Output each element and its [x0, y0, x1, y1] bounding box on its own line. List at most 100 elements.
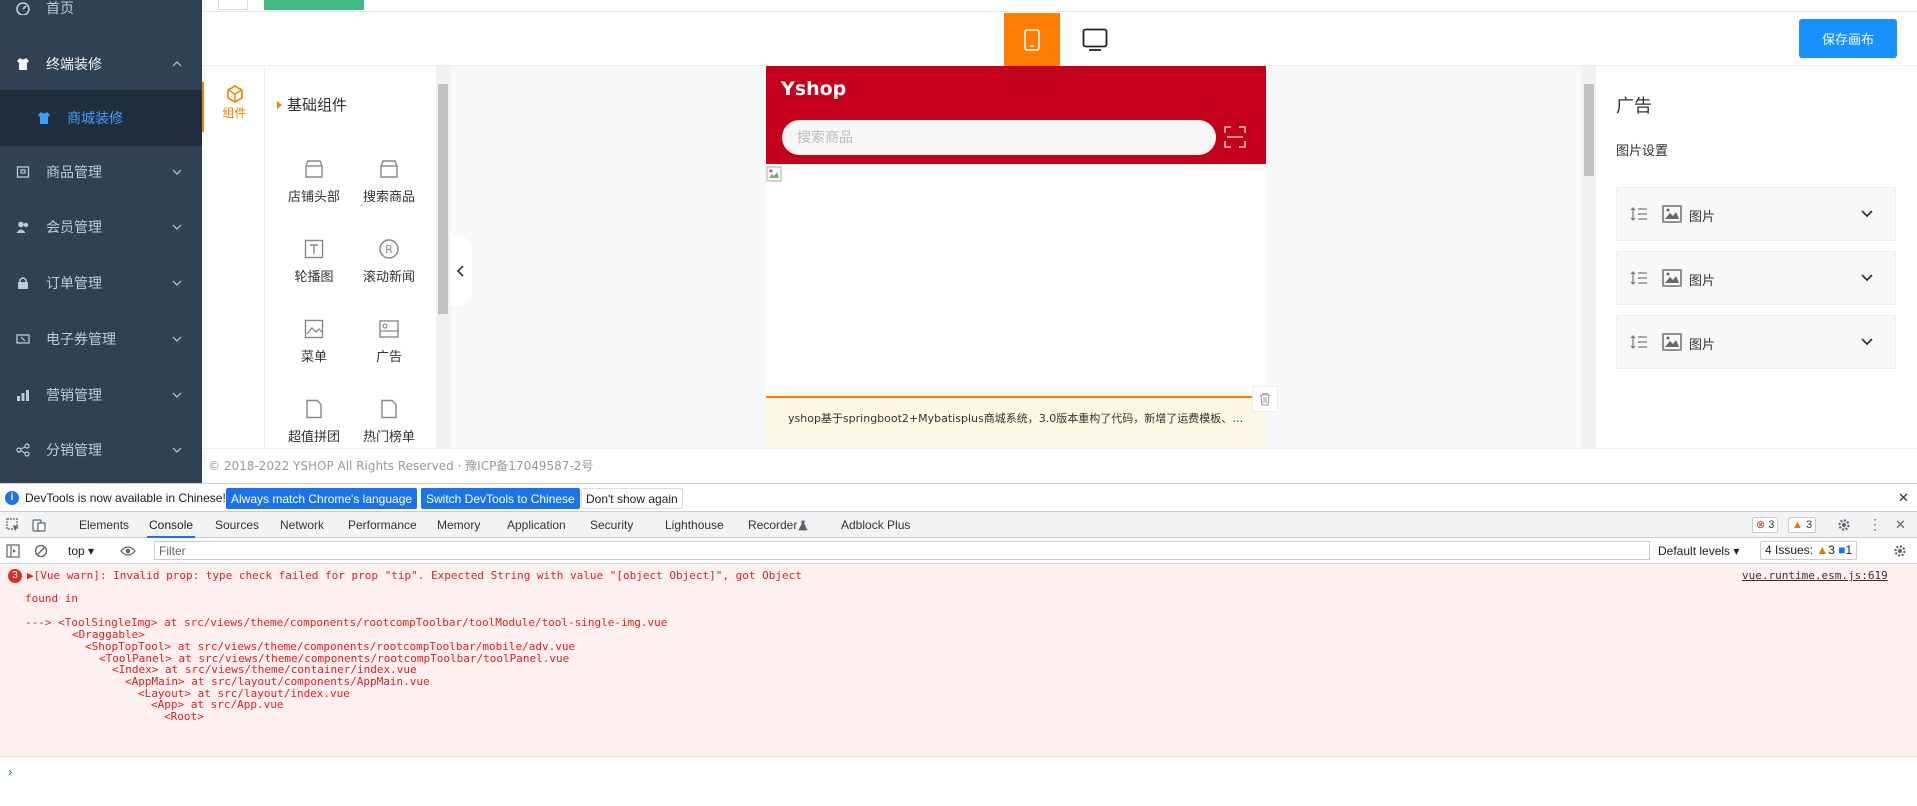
scroll-news-bar[interactable]: yshop基于springboot2+Mybatisplus商城系统，3.0版本… — [766, 398, 1266, 448]
tab-security[interactable]: Security — [588, 512, 635, 538]
component-label: 热门榜单 — [362, 430, 415, 445]
component-ad[interactable]: 广告 — [352, 318, 426, 378]
mobile-preview-button[interactable] — [1004, 13, 1060, 66]
component-panel-scrollbar[interactable] — [436, 66, 450, 448]
file-icon — [381, 399, 397, 419]
log-line: <Root> — [164, 710, 204, 723]
device-toolbar-icon[interactable] — [32, 518, 46, 532]
trash-icon — [1260, 392, 1270, 406]
sidebar-item-mall-decoration[interactable]: 商城装修 — [0, 90, 202, 146]
sidebar-item-label: 首页 — [46, 1, 74, 17]
sidebar-item-orders[interactable]: 订单管理 — [0, 255, 202, 311]
sort-icon[interactable] — [1630, 207, 1648, 221]
context-selector[interactable]: top ▾ — [68, 544, 94, 558]
errors-badge[interactable]: ⊗ 3 — [1752, 517, 1779, 533]
triangle-icon — [277, 100, 282, 109]
log-line[interactable]: ▶[Vue warn]: Invalid prop: type check fa… — [27, 569, 802, 582]
sidebar-item-distribution[interactable]: 分销管理 — [0, 422, 202, 478]
more-options-icon[interactable]: ⋮ — [1868, 516, 1882, 533]
tab-adblock-plus[interactable]: Adblock Plus — [839, 512, 912, 538]
broken-image-icon — [766, 166, 782, 182]
sidebar-item-home[interactable]: 首页 — [0, 0, 202, 36]
component-hot-list[interactable]: 热门榜单 — [352, 398, 426, 448]
delete-component-button[interactable] — [1252, 386, 1278, 412]
inspect-element-icon[interactable] — [6, 518, 20, 532]
collapse-panel-button[interactable] — [450, 236, 472, 306]
scrollbar-thumb[interactable] — [1584, 84, 1594, 176]
pc-preview-button[interactable] — [1070, 13, 1120, 66]
tab-performance[interactable]: Performance — [346, 512, 419, 538]
component-menu[interactable]: 菜单 — [277, 318, 351, 378]
tag-item[interactable] — [218, 0, 248, 10]
tab-sources[interactable]: Sources — [213, 512, 261, 538]
component-carousel[interactable]: 轮播图 — [277, 238, 351, 298]
tab-memory[interactable]: Memory — [435, 512, 482, 538]
sort-icon[interactable] — [1630, 335, 1648, 349]
image-setting-row[interactable]: 图片 — [1616, 187, 1896, 241]
console-filter-input[interactable] — [154, 541, 1650, 560]
tab-application[interactable]: Application — [505, 512, 568, 538]
image-row-label: 图片 — [1689, 338, 1716, 353]
tab-lighthouse[interactable]: Lighthouse — [663, 512, 726, 538]
component-store-header[interactable]: 店铺头部 — [277, 158, 351, 218]
tab-elements[interactable]: Elements — [77, 512, 131, 538]
sort-icon[interactable] — [1630, 271, 1648, 285]
component-search-goods[interactable]: 搜索商品 — [352, 158, 426, 218]
tab-recorder[interactable]: Recorder — [746, 512, 799, 538]
sidebar-item-terminal-decoration[interactable]: 终端装修 — [0, 36, 202, 92]
warnings-count: 3 — [1805, 519, 1813, 531]
store-header[interactable]: Yshop — [766, 66, 1266, 164]
image-setting-row[interactable]: 图片 — [1616, 315, 1896, 369]
sidebar-item-marketing[interactable]: 营销管理 — [0, 367, 202, 423]
chevron-down-icon[interactable] — [1860, 337, 1874, 347]
log-source-link[interactable]: vue.runtime.esm.js:619 — [1742, 569, 1888, 582]
tab-components[interactable]: 组件 — [202, 82, 265, 132]
clear-console-icon[interactable] — [34, 544, 48, 558]
tab-network[interactable]: Network — [278, 512, 326, 538]
tab-console[interactable]: Console — [147, 512, 196, 538]
picture-icon — [304, 319, 324, 339]
console-prompt[interactable]: › — [8, 764, 12, 779]
component-scroll-news[interactable]: R 滚动新闻 — [352, 238, 426, 298]
sidebar-item-members[interactable]: 会员管理 — [0, 199, 202, 255]
canvas-scrollbar[interactable] — [1582, 66, 1596, 448]
close-icon[interactable]: ✕ — [1898, 490, 1909, 506]
svg-text:R: R — [385, 243, 393, 256]
dont-show-again-button[interactable]: Don't show again — [581, 488, 683, 509]
infobar-text: DevTools is now available in Chinese! — [25, 491, 226, 505]
chevron-up-icon — [172, 61, 182, 67]
file-icon — [306, 399, 322, 419]
log-levels-dropdown[interactable]: Default levels ▾ — [1658, 544, 1739, 558]
footer: © 2018-2022 YSHOP All Rights Reserved · … — [202, 448, 1917, 483]
search-input[interactable] — [782, 120, 1216, 155]
context-value: top — [68, 544, 85, 558]
tag-item-active[interactable] — [264, 0, 364, 10]
sidebar-item-label: 营销管理 — [46, 388, 102, 404]
levels-value: Default levels — [1658, 544, 1731, 558]
console-settings-icon[interactable] — [1893, 544, 1907, 558]
issues-button[interactable]: 4 Issues: ▲3 ■1 — [1760, 541, 1858, 560]
tab-label: 组件 — [222, 106, 247, 120]
image-setting-row[interactable]: 图片 — [1616, 251, 1896, 305]
shirt-icon — [17, 58, 29, 70]
scan-icon[interactable] — [1224, 126, 1246, 148]
warnings-badge[interactable]: ▲ 3 — [1788, 517, 1817, 533]
component-group-buy[interactable]: 超值拼团 — [277, 398, 351, 448]
close-devtools-icon[interactable]: ✕ — [1895, 517, 1906, 533]
gear-icon[interactable] — [1837, 518, 1851, 532]
save-canvas-button[interactable]: 保存画布 — [1799, 19, 1897, 58]
chevron-down-icon — [172, 224, 182, 230]
scrollbar-thumb[interactable] — [438, 84, 448, 314]
chevron-down-icon[interactable] — [1860, 273, 1874, 283]
chevron-down-icon[interactable] — [1860, 209, 1874, 219]
sidebar-toggle-icon[interactable] — [6, 544, 20, 558]
sidebar-item-goods[interactable]: 商品管理 — [0, 144, 202, 200]
sidebar-item-coupons[interactable]: 电子券管理 — [0, 311, 202, 367]
eye-icon[interactable] — [120, 545, 136, 557]
sidebar-item-label: 终端装修 — [46, 57, 102, 73]
section-title-text: 基础组件 — [287, 96, 348, 114]
switch-devtools-language-button[interactable]: Switch DevTools to Chinese — [421, 488, 580, 509]
always-match-language-button[interactable]: Always match Chrome's language — [226, 488, 418, 509]
chevron-left-icon — [456, 265, 464, 277]
ad-banner[interactable] — [766, 164, 1266, 396]
